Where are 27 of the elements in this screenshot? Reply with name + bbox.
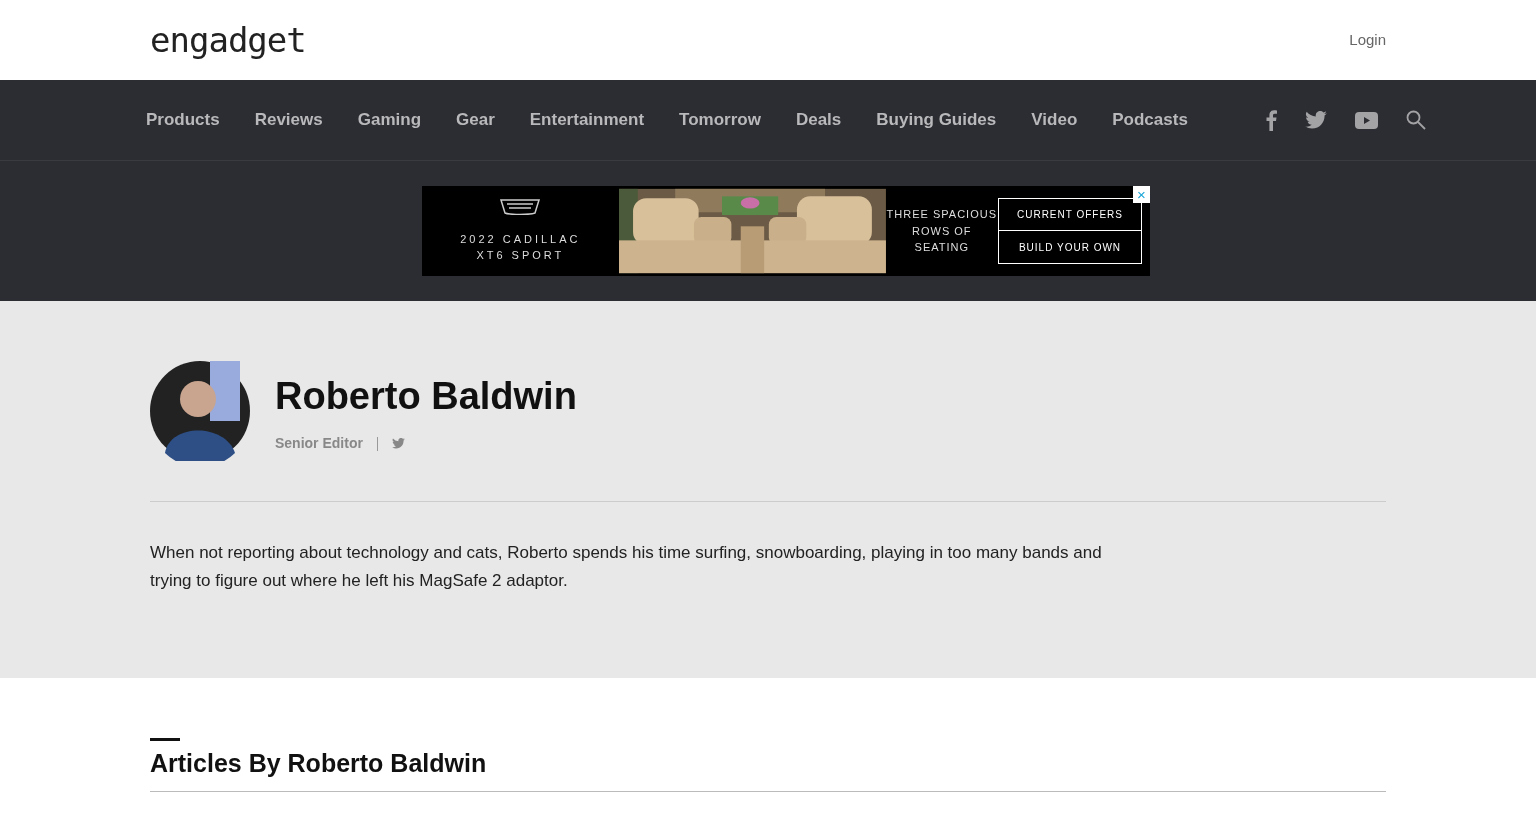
nav-link[interactable]: Gaming <box>357 107 422 133</box>
author-role: Senior Editor <box>275 434 363 453</box>
author-bio: When not reporting about technology and cats, Roberto spends his time surfing, snowboarding, playing in too many bands and trying to figure out where he left his MagSafe 2 adaptor. <box>150 542 1103 592</box>
section-heading: Articles By Roberto Baldwin <box>150 748 488 779</box>
logo[interactable]: engadget <box>150 23 306 57</box>
twitter-icon[interactable] <box>1305 111 1327 129</box>
ad-model-text: 2022 CADILLAC XT6 SPORT <box>459 231 582 263</box>
youtube-icon[interactable] <box>1355 111 1378 129</box>
crest-logo-icon <box>499 198 542 215</box>
nav-link[interactable]: Gear <box>456 107 495 133</box>
nav-link[interactable]: Buying Guides <box>876 107 997 133</box>
nav-link[interactable]: Tomorrow <box>679 107 761 133</box>
ad-tagline: THREE SPACIOUS ROWS OF SEATING <box>885 207 998 256</box>
nav-link[interactable]: Podcasts <box>1112 107 1188 133</box>
nav-link[interactable]: Video <box>1031 107 1078 133</box>
nav-link[interactable]: Reviews <box>254 107 323 133</box>
nav-link[interactable]: Products <box>146 107 220 133</box>
ad-button[interactable]: CURRENT OFFERS <box>998 198 1142 231</box>
nav-link[interactable]: Entertainment <box>529 107 645 133</box>
twitter-icon[interactable] <box>391 438 405 449</box>
login-link[interactable]: Login <box>1349 28 1386 52</box>
advertisement-banner[interactable]: 2022 CADILLAC XT6 SPORT THREE SPACIOUS ROWS OF SEATING CURRENT OFFERS BUILD YOUR OWN × <box>422 186 1150 276</box>
nav-link[interactable]: Deals <box>795 107 842 133</box>
facebook-icon[interactable] <box>1265 109 1277 131</box>
author-name: Roberto Baldwin <box>275 374 577 419</box>
search-icon[interactable] <box>1406 110 1426 130</box>
ad-button[interactable]: BUILD YOUR OWN <box>998 231 1142 264</box>
